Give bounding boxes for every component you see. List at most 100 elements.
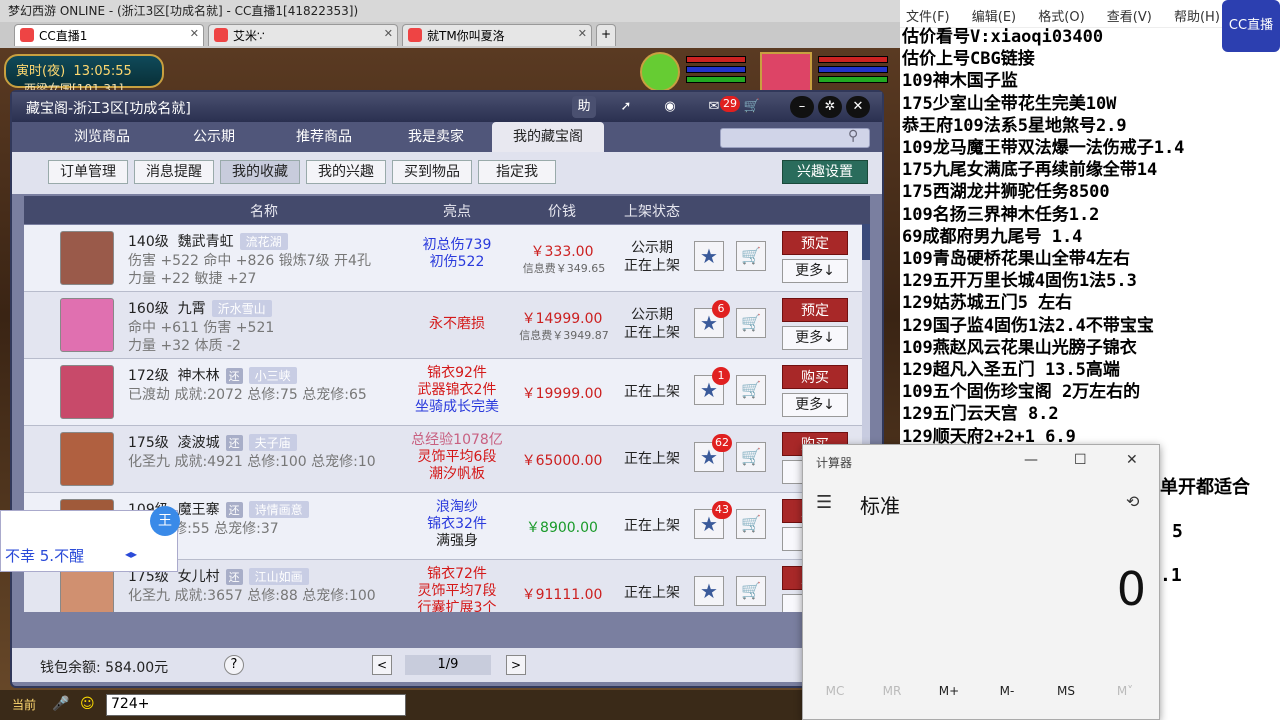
notepad-line: 109龙马魔王带双法爆一法伤戒子1.4 [902,138,1185,159]
favorite-count-badge: 6 [712,300,730,318]
menu-format[interactable]: 格式(O) [1038,10,1084,25]
notepad-line: 129五门云天宫 8.2 [902,404,1059,425]
more-button[interactable]: 更多↓ [782,393,848,417]
cart-icon[interactable]: 🛒 [736,308,766,338]
menu-view[interactable]: 查看(V) [1107,10,1152,25]
item-price: ￥19999.00 [521,386,603,402]
cart-icon[interactable]: 🛒 [736,442,766,472]
scrollbar-thumb[interactable] [862,224,870,260]
return-badge: 还 [225,502,243,518]
item-avatar[interactable] [60,298,114,352]
calc-close-button[interactable]: ✕ [1126,452,1138,468]
server-tag: 小三峡 [248,367,297,384]
menu-file[interactable]: 文件(F) [906,10,950,25]
m-minus-button[interactable]: M- [987,684,1027,698]
listing-status: 正在上架 [624,585,680,601]
favorite-count-badge: 62 [712,434,732,452]
next-page-button[interactable]: > [506,655,526,675]
more-button[interactable]: 更多↓ [782,259,848,283]
more-button[interactable]: 更多↓ [782,326,848,350]
item-highlight: 总经验1078亿 [411,432,503,448]
server-tag: 流花湖 [239,233,288,250]
prev-page-button[interactable]: < [372,655,392,675]
listing-status: 公示期 [631,307,673,323]
ime-logo-icon[interactable]: 王 [150,506,180,536]
favorite-star-icon[interactable]: ★ [694,241,724,271]
notepad-line: 129国子监4固伤1法2.4不带宝宝 [902,315,1154,336]
item-price: ￥65000.00 [521,453,603,469]
menu-help[interactable]: 帮助(H) [1174,10,1220,25]
notepad-line: 69成都府男九尾号 1.4 [902,226,1083,247]
microphone-icon[interactable]: 🎤 [52,696,69,712]
chat-channel[interactable]: 当前 [12,696,36,713]
item-highlight: 灵饰平均6段 [417,449,497,465]
item-highlight: 初伤522 [429,254,485,270]
item-avatar[interactable] [60,566,114,612]
item-stats: 化圣九 成就:3657 总修:88 总宠修:100 [128,588,376,604]
table-row[interactable]: 160级 九霄 沂水雪山 命中 +611 伤害 +521 力量 +32 体质 -2 永不… [24,292,862,359]
listing-status: 正在上架 [624,325,680,341]
item-highlight: 锦衣32件 [427,516,487,532]
help-question-icon[interactable]: ? [224,655,244,675]
calc-minimize-button[interactable]: — [1024,452,1038,468]
cart-icon[interactable]: 🛒 [736,576,766,606]
return-badge: 还 [225,435,243,451]
item-avatar[interactable] [60,432,114,486]
notepad-line: 129顺天府2+2+1 6.9 [902,426,1076,446]
info-fee: 信息费￥3949.87 [519,329,609,342]
buy-button[interactable]: 购买 [782,365,848,389]
listing-status: 正在上架 [624,258,680,274]
mr-button[interactable]: MR [872,684,912,698]
item-avatar[interactable] [60,365,114,419]
ime-page-arrows-icon[interactable]: ◂▸ [125,547,137,561]
emoji-icon[interactable]: ☺ [80,696,95,712]
table-row[interactable]: 172级 神木林还小三峡 已渡劫 成就:2072 总修:75 总宠修:65 锦衣92… [24,359,862,426]
item-highlight: 坐骑成长完美 [415,399,499,415]
cart-icon[interactable]: 🛒 [736,375,766,405]
server-tag: 夫子庙 [248,434,297,451]
item-price: ￥333.00 [530,244,594,260]
return-badge: 还 [225,368,243,384]
table-row[interactable]: 140级 魏武青虹 流花湖 伤害 +522 命中 +826 锻炼7级 开4孔 力量 +… [24,225,862,292]
chat-input[interactable]: 724+ [106,694,406,716]
server-tag: 诗情画意 [248,501,309,518]
item-price: ￥91111.00 [521,587,603,603]
item-avatar[interactable] [60,231,114,285]
table-row[interactable]: 175级 凌波城还夫子庙 化圣九 成就:4921 总修:100 总宠修:10 总经验… [24,426,862,493]
item-stats: 已渡劫 成就:2072 总修:75 总宠修:65 [128,387,367,403]
cart-icon[interactable]: 🛒 [736,509,766,539]
cart-icon[interactable]: 🛒 [736,241,766,271]
notepad-line: 129超凡入圣五门 13.5高端 [902,360,1120,381]
item-highlight: 浪淘纱 [436,499,478,515]
item-stats-extra: 力量 +32 体质 -2 [128,338,241,354]
listing-status: 公示期 [631,240,673,256]
item-highlight: 满强身 [436,533,478,549]
favorite-count-badge: 1 [712,367,730,385]
history-icon[interactable]: ⟲ [1126,492,1139,511]
calc-maximize-button[interactable]: ☐ [1074,452,1087,468]
mc-button[interactable]: MC [815,684,855,698]
favorite-star-icon[interactable]: ★ [694,576,724,606]
server-tag: 沂水雪山 [211,300,272,317]
listing-status: 正在上架 [624,451,680,467]
item-title: 172级 神木林还小三峡 [128,365,297,385]
calc-display: 0 [1116,562,1146,616]
buy-button[interactable]: 预定 [782,231,848,255]
notepad-text[interactable]: 估价看号V:xiaoqi03400 估价上号CBG链接 109神木国子监 175少室山… [900,26,1280,446]
m-plus-button[interactable]: M+ [929,684,969,698]
item-stats: 伤害 +522 命中 +826 锻炼7级 开4孔 [128,253,371,269]
item-price: ￥8900.00 [526,520,598,536]
item-highlight: 永不磨损 [429,316,485,332]
hamburger-menu-icon[interactable]: ☰ [816,492,832,513]
ms-button[interactable]: MS [1046,684,1086,698]
menu-edit[interactable]: 编辑(E) [972,10,1016,25]
m-dropdown-button[interactable]: M˅ [1105,684,1145,698]
buy-button[interactable]: 预定 [782,298,848,322]
wallet-balance: 钱包余额: 584.00元 [40,660,169,676]
item-stats: 命中 +611 伤害 +521 [128,320,275,336]
item-price: ￥14999.00 [521,311,603,327]
return-badge: 还 [225,569,243,585]
info-fee: 信息费￥349.65 [522,262,606,275]
notepad-text-overflow: 单开都适合 5 .1 [1160,477,1250,586]
ime-candidates[interactable]: 不幸 5.不醒 [5,545,84,566]
